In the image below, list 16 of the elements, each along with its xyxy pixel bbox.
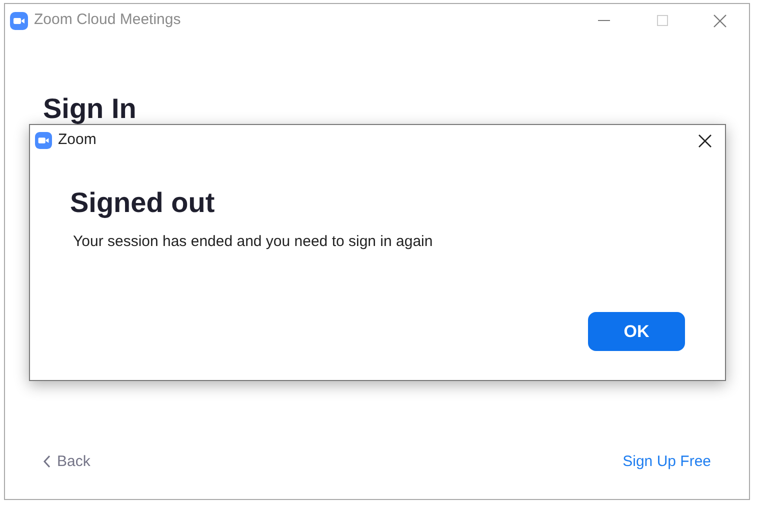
camera-icon — [35, 132, 52, 149]
chevron-left-icon — [43, 455, 51, 468]
camera-icon — [10, 12, 28, 30]
ok-button[interactable]: OK — [588, 312, 685, 351]
close-icon — [698, 134, 712, 148]
dialog-heading: Signed out — [70, 187, 215, 218]
minimize-icon — [598, 20, 610, 22]
maximize-icon — [656, 15, 668, 26]
dialog-title: Zoom — [58, 130, 96, 150]
page-heading: Sign In — [43, 93, 136, 124]
close-button[interactable] — [697, 132, 713, 148]
back-link[interactable]: Back — [43, 450, 90, 473]
dialog-message: Your session has ended and you need to sign in again — [73, 233, 433, 250]
close-icon — [713, 14, 727, 28]
sign-up-link[interactable]: Sign Up Free — [622, 450, 711, 473]
window-title: Zoom Cloud Meetings — [34, 10, 181, 30]
